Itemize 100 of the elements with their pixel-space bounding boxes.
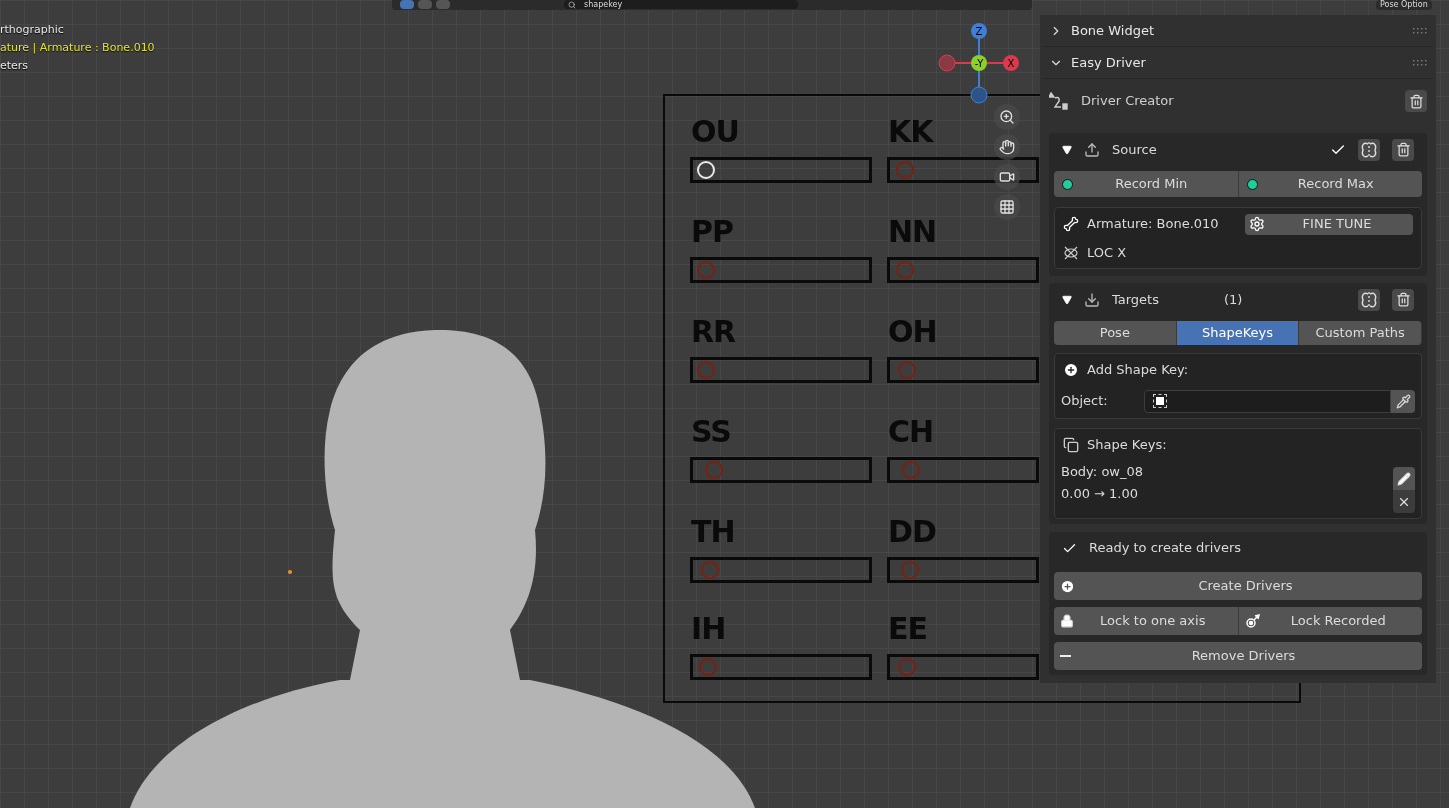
face-control-slider[interactable] xyxy=(690,654,872,680)
hand-icon xyxy=(999,139,1015,155)
drag-handle-icon[interactable] xyxy=(1413,27,1427,34)
slider-handle-icon[interactable] xyxy=(701,561,719,579)
minus-icon xyxy=(1060,655,1071,657)
bone-icon xyxy=(1063,216,1079,232)
object-icon xyxy=(1153,394,1167,408)
triangle-down-icon[interactable] xyxy=(1062,294,1072,305)
face-control-slider[interactable] xyxy=(690,157,872,183)
search-icon xyxy=(568,0,576,9)
record-button[interactable]: Record Max xyxy=(1238,171,1422,197)
shape-key-range: 0.00 → 1.00 xyxy=(1061,484,1140,503)
section-label: Shape Keys: xyxy=(1087,436,1167,455)
upload-icon xyxy=(1084,141,1100,158)
origin-point xyxy=(288,570,292,574)
face-control-slider[interactable] xyxy=(887,654,1039,680)
pose-options-button[interactable]: Pose Option xyxy=(1376,0,1432,10)
object-field[interactable] xyxy=(1144,389,1391,413)
slider-handle-icon[interactable] xyxy=(900,561,919,579)
panel-header[interactable]: Bone Widget xyxy=(1043,15,1433,47)
viewport-info-text: eters xyxy=(0,58,30,74)
edit-button[interactable] xyxy=(1393,467,1415,490)
pan-button[interactable] xyxy=(994,134,1020,160)
face-control-label: SS xyxy=(691,415,731,449)
download-icon xyxy=(1084,291,1100,308)
face-control-slider[interactable] xyxy=(690,257,872,283)
slider-handle-icon[interactable] xyxy=(697,261,716,279)
target-tab[interactable]: Custom Paths xyxy=(1299,321,1422,345)
driver-icon xyxy=(1049,92,1069,110)
target-tab[interactable]: ShapeKeys xyxy=(1176,321,1300,345)
bone-name: Armature: Bone.010 xyxy=(1087,215,1220,234)
grid-icon xyxy=(999,199,1015,215)
mirror-icon xyxy=(1360,140,1378,159)
mirror-button[interactable] xyxy=(1358,288,1380,311)
face-control-slider[interactable] xyxy=(887,257,1039,283)
delete-button[interactable] xyxy=(1392,288,1414,311)
slider-handle-icon[interactable] xyxy=(902,461,921,479)
face-control-label: CH xyxy=(888,415,934,449)
status-message: Ready to create drivers xyxy=(1089,539,1242,558)
drag-handle-icon[interactable] xyxy=(1413,59,1427,66)
target-count: (1) xyxy=(1224,290,1243,309)
face-control-label: RR xyxy=(691,315,736,349)
eyedropper-button[interactable] xyxy=(1391,389,1415,413)
triangle-down-icon[interactable] xyxy=(1062,144,1072,155)
camera-icon xyxy=(999,169,1015,185)
face-control-slider[interactable] xyxy=(690,557,872,583)
face-control-slider[interactable] xyxy=(690,357,872,383)
face-control-slider[interactable] xyxy=(887,457,1039,483)
search-field[interactable]: shapekey xyxy=(564,0,798,9)
subpanel-title: Targets xyxy=(1112,290,1160,309)
lock-axis-button[interactable]: Lock to one axis xyxy=(1054,607,1239,635)
record-lock-icon xyxy=(1244,613,1261,629)
face-control-label: TH xyxy=(691,515,735,549)
delete-button[interactable] xyxy=(1392,138,1414,161)
face-control-label: OU xyxy=(691,115,739,149)
section-label: Add Shape Key: xyxy=(1087,361,1189,380)
face-control-label: PP xyxy=(691,215,733,249)
panel-title: Easy Driver xyxy=(1071,53,1146,72)
face-control-label: OH xyxy=(888,315,937,349)
axis-arrow-icon xyxy=(1063,245,1079,261)
channel-label: LOC X xyxy=(1087,244,1127,263)
slider-handle-icon[interactable] xyxy=(699,658,718,676)
slider-handle-icon[interactable] xyxy=(897,361,916,379)
panel-title: Bone Widget xyxy=(1071,21,1155,40)
viewport-info-text: ature | Armature : Bone.010 xyxy=(0,40,155,56)
lock-recorded-button[interactable]: Lock Recorded xyxy=(1238,607,1422,635)
zoom-icon xyxy=(999,109,1015,125)
gear-icon xyxy=(1249,216,1265,232)
delete-button[interactable] xyxy=(1405,90,1427,112)
field-label: Object: xyxy=(1061,392,1109,411)
section-title: Driver Creator xyxy=(1081,92,1174,111)
fine-tune-button[interactable]: FINE TUNE xyxy=(1245,213,1413,235)
slider-handle-icon[interactable] xyxy=(897,658,916,676)
lock-icon xyxy=(1060,614,1074,628)
zoom-button[interactable] xyxy=(994,104,1020,130)
face-control-label: KK xyxy=(888,115,933,149)
face-control-slider[interactable] xyxy=(690,457,872,483)
slider-handle-icon[interactable] xyxy=(697,361,716,379)
slider-handle-icon[interactable] xyxy=(896,161,915,179)
face-control-slider[interactable] xyxy=(887,557,1039,583)
slider-handle-icon[interactable] xyxy=(704,461,723,479)
slider-handle-icon[interactable] xyxy=(896,261,915,279)
add-icon xyxy=(1063,362,1079,378)
face-control-slider[interactable] xyxy=(887,357,1039,383)
axis-gizmo-drawing[interactable]: Z -Y X xyxy=(938,22,1022,104)
target-tab[interactable]: Pose xyxy=(1054,321,1177,345)
remove-button[interactable] xyxy=(1393,490,1415,513)
remove-drivers-button[interactable]: Remove Drivers xyxy=(1054,642,1422,670)
mirror-button[interactable] xyxy=(1358,138,1380,161)
grid-button[interactable] xyxy=(994,194,1020,220)
record-button[interactable]: Record Min xyxy=(1054,171,1239,197)
face-control-label: NN xyxy=(888,215,937,249)
panel-header[interactable]: Easy Driver xyxy=(1043,47,1433,79)
create-drivers-button[interactable]: Create Drivers xyxy=(1054,572,1422,600)
camera-button[interactable] xyxy=(994,164,1020,190)
face-control-label: IH xyxy=(691,612,726,646)
shape-key-name: Body: ow_08 xyxy=(1061,463,1144,481)
shape-key-icon xyxy=(1063,437,1079,453)
mirror-icon xyxy=(1360,290,1378,309)
add-icon xyxy=(1060,578,1075,594)
